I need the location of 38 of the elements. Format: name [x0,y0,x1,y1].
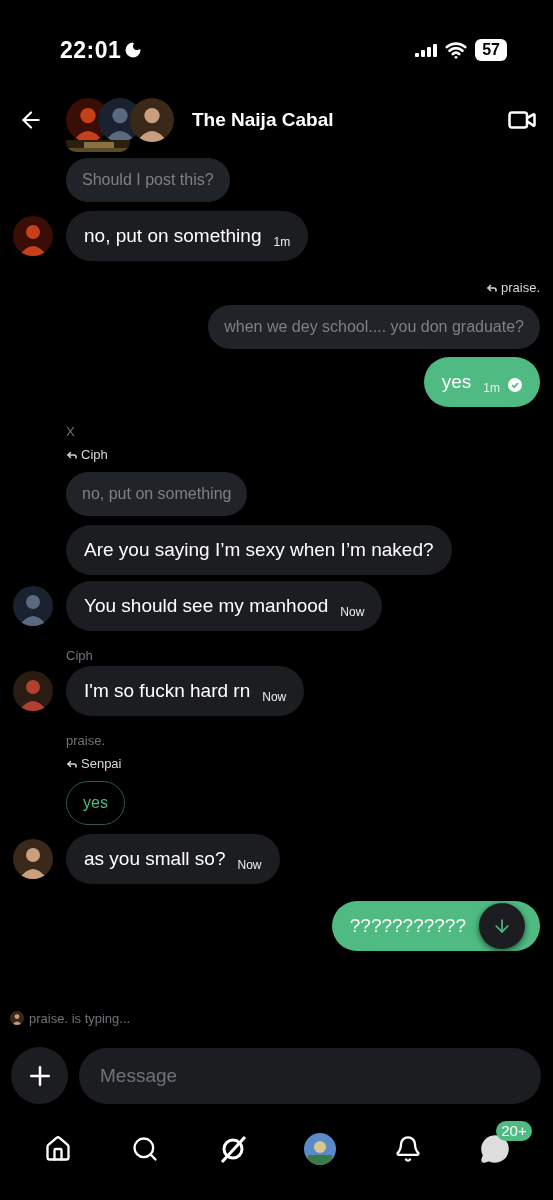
messages-icon[interactable] [480,1134,511,1164]
avatar [13,216,53,256]
message-text: Are you saying I’m sexy when I’m naked? [84,539,434,561]
message-text: as you small so? [84,848,226,870]
quoted-message: when we dey school.... you don graduate? [208,305,540,349]
message-text: ??????????? [349,915,466,937]
message-text: You should see my manhood [84,595,329,617]
message-text: no, put on something [84,225,262,247]
avatar [13,671,53,711]
message-time: Now [237,858,262,872]
avatar [13,839,53,879]
message-text: I'm so fuckn hard rn [84,680,251,702]
sender-name: X [66,424,75,440]
chat-title: The Naija Cabal [192,109,335,131]
moon-icon [124,41,143,59]
message-time: 1m [273,235,291,249]
typing-indicator: praise. is typing... [29,1010,131,1026]
message-time: Now [262,690,287,704]
reply-name: Ciph [81,446,108,463]
reply-name: Senpai [81,755,122,772]
message-text: yes [441,371,472,393]
sender-name: Ciph [66,648,93,664]
battery-indicator: 57 [475,39,507,61]
quoted-message: Should I post this? [66,158,230,202]
unread-badge: 20+ [496,1121,532,1141]
add-button[interactable] [11,1047,68,1104]
reply-name: praise. [500,279,540,296]
quoted-message: no, put on something [66,472,248,516]
message-field[interactable]: Message [79,1047,541,1104]
avatar [13,586,53,626]
avatar [130,98,174,142]
avatar [10,1011,24,1025]
wifi-icon [445,39,468,61]
signal-icon [415,43,438,57]
message-time: Now [340,605,365,619]
message-time: 1m [483,381,500,395]
status-time: 22:01 [60,36,122,64]
sender-name: praise. [66,733,106,749]
